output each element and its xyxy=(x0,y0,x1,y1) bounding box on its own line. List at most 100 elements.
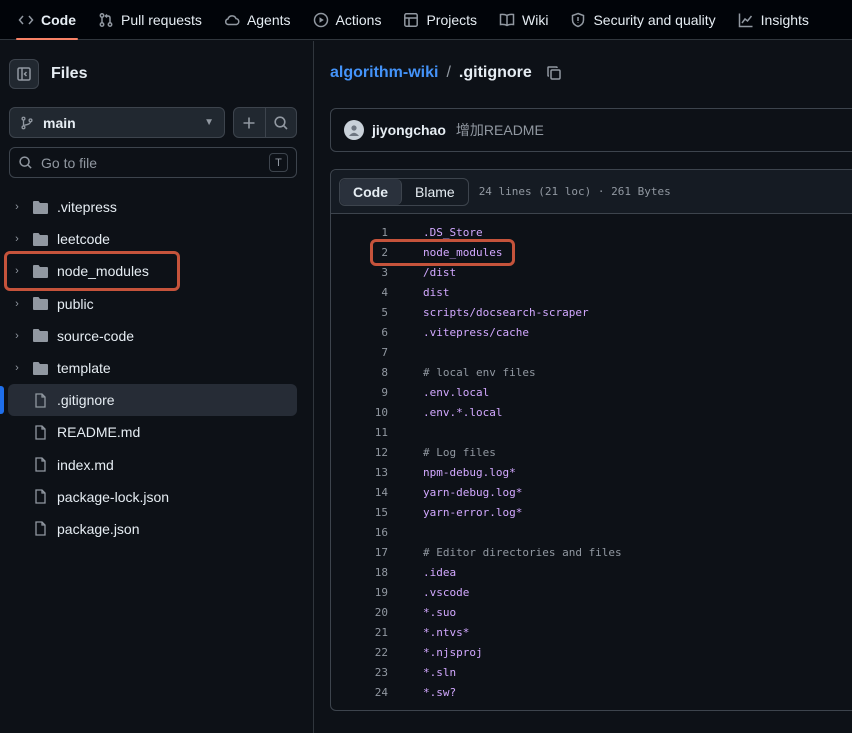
file-icon xyxy=(32,393,50,408)
line-number[interactable]: 16 xyxy=(331,526,388,539)
tab-label: Projects xyxy=(426,11,478,28)
commit-message[interactable]: 增加README xyxy=(456,120,544,140)
tab-label: Security and quality xyxy=(593,11,716,28)
line-text: .vscode xyxy=(423,585,470,599)
line-number[interactable]: 13 xyxy=(331,466,388,479)
tree-item-label: index.md xyxy=(57,456,114,473)
breadcrumb-repo-link[interactable]: algorithm-wiki xyxy=(330,64,438,82)
file-stats: 24 lines (21 loc) · 261 Bytes xyxy=(478,185,671,198)
line-number[interactable]: 15 xyxy=(331,506,388,519)
tree-item-label: README.md xyxy=(57,424,141,441)
code-line: 19 .vscode xyxy=(331,582,852,602)
go-to-file-input[interactable] xyxy=(41,154,261,171)
line-number[interactable]: 11 xyxy=(331,426,388,439)
line-number[interactable]: 9 xyxy=(331,386,388,399)
line-number[interactable]: 14 xyxy=(331,486,388,499)
tab-wiki[interactable]: Wiki xyxy=(491,0,556,40)
folder-icon xyxy=(32,232,50,247)
tab-code[interactable]: Code xyxy=(10,0,84,40)
line-number[interactable]: 23 xyxy=(331,666,388,679)
line-text: # Log files xyxy=(423,445,496,459)
line-number[interactable]: 19 xyxy=(331,586,388,599)
line-number[interactable]: 5 xyxy=(331,306,388,319)
line-number[interactable]: 22 xyxy=(331,646,388,659)
chevron-right-icon: › xyxy=(15,297,19,310)
tree-item-source-code[interactable]: › source-code xyxy=(0,320,314,352)
collapse-sidebar-button[interactable] xyxy=(9,59,39,89)
tree-item-node-modules[interactable]: › node_modules xyxy=(0,255,314,287)
folder-icon xyxy=(32,361,50,376)
line-text: /dist xyxy=(423,265,457,279)
tree-item-readme[interactable]: README.md xyxy=(0,416,314,448)
code-line: 8 # local env files xyxy=(331,362,852,382)
file-icon xyxy=(32,521,50,537)
book-icon xyxy=(499,13,515,26)
tab-security[interactable]: Security and quality xyxy=(562,0,723,40)
code-line: 10 .env.*.local xyxy=(331,402,852,422)
commit-author[interactable]: jiyongchao xyxy=(372,122,446,138)
add-file-button[interactable] xyxy=(234,108,266,137)
line-text: dist xyxy=(423,285,450,299)
line-number[interactable]: 4 xyxy=(331,286,388,299)
tab-insights[interactable]: Insights xyxy=(730,0,817,40)
line-number[interactable]: 18 xyxy=(331,566,388,579)
tree-item-leetcode[interactable]: › leetcode xyxy=(0,223,314,255)
line-text: yarn-error.log* xyxy=(423,505,523,519)
avatar[interactable] xyxy=(344,120,364,140)
blame-view-button[interactable]: Blame xyxy=(402,179,468,205)
line-number[interactable]: 3 xyxy=(331,266,388,279)
branch-selector[interactable]: main ▼ xyxy=(9,107,225,138)
tree-item-label: .vitepress xyxy=(57,199,117,216)
line-number[interactable]: 17 xyxy=(331,546,388,559)
caret-down-icon: ▼ xyxy=(204,117,214,128)
breadcrumb-file-name: .gitignore xyxy=(458,64,532,81)
code-line: 20 *.suo xyxy=(331,602,852,622)
line-number[interactable]: 20 xyxy=(331,606,388,619)
tree-item-template[interactable]: › template xyxy=(0,352,314,384)
line-number[interactable]: 10 xyxy=(331,406,388,419)
go-to-file-field[interactable]: T xyxy=(9,147,297,178)
tree-item-label: template xyxy=(57,360,111,377)
tree-item-vitepress[interactable]: › .vitepress xyxy=(0,191,314,223)
line-number[interactable]: 1 xyxy=(331,226,388,239)
tree-item-public[interactable]: › public xyxy=(0,288,314,320)
tree-item-gitignore[interactable]: .gitignore xyxy=(0,384,297,417)
tree-item-package-lock[interactable]: package-lock.json xyxy=(0,481,314,513)
tab-actions[interactable]: Actions xyxy=(305,0,390,40)
code-line: 22 *.njsproj xyxy=(331,642,852,662)
search-code-button[interactable] xyxy=(266,108,297,137)
search-icon xyxy=(274,115,288,130)
line-text: *.njsproj xyxy=(423,645,483,659)
line-text: .vitepress/cache xyxy=(423,325,529,339)
repo-nav: Code Pull requests Agents Actions Projec… xyxy=(0,0,852,40)
tree-item-package-json[interactable]: package.json xyxy=(0,513,314,545)
keyboard-shortcut-hint: T xyxy=(269,153,288,172)
code-line: 24 *.sw? xyxy=(331,682,852,702)
code-view-button[interactable]: Code xyxy=(340,178,402,205)
line-number[interactable]: 8 xyxy=(331,366,388,379)
line-text: *.sw? xyxy=(423,685,457,699)
line-number[interactable]: 2 xyxy=(331,246,388,259)
file-actions-group xyxy=(233,107,297,138)
code-line: 4 dist xyxy=(331,282,852,302)
tree-item-label: package-lock.json xyxy=(57,488,170,505)
branch-name: main xyxy=(43,114,76,131)
tree-item-label: leetcode xyxy=(57,231,110,248)
graph-icon xyxy=(738,13,753,27)
chevron-right-icon: › xyxy=(15,265,19,278)
line-number[interactable]: 12 xyxy=(331,446,388,459)
line-number[interactable]: 6 xyxy=(331,326,388,339)
code-line: 16 xyxy=(331,522,852,542)
line-number[interactable]: 24 xyxy=(331,686,388,699)
line-number[interactable]: 7 xyxy=(331,346,388,359)
tab-agents[interactable]: Agents xyxy=(216,0,299,40)
line-text: # Editor directories and files xyxy=(423,545,622,559)
copy-icon[interactable] xyxy=(546,65,562,81)
line-text: *.sln xyxy=(423,665,457,679)
line-number[interactable]: 21 xyxy=(331,626,388,639)
tab-projects[interactable]: Projects xyxy=(395,0,485,40)
tree-item-index[interactable]: index.md xyxy=(0,449,314,481)
tree-item-label: public xyxy=(57,295,94,312)
table-icon xyxy=(404,12,419,27)
tab-pull-requests[interactable]: Pull requests xyxy=(90,0,210,40)
